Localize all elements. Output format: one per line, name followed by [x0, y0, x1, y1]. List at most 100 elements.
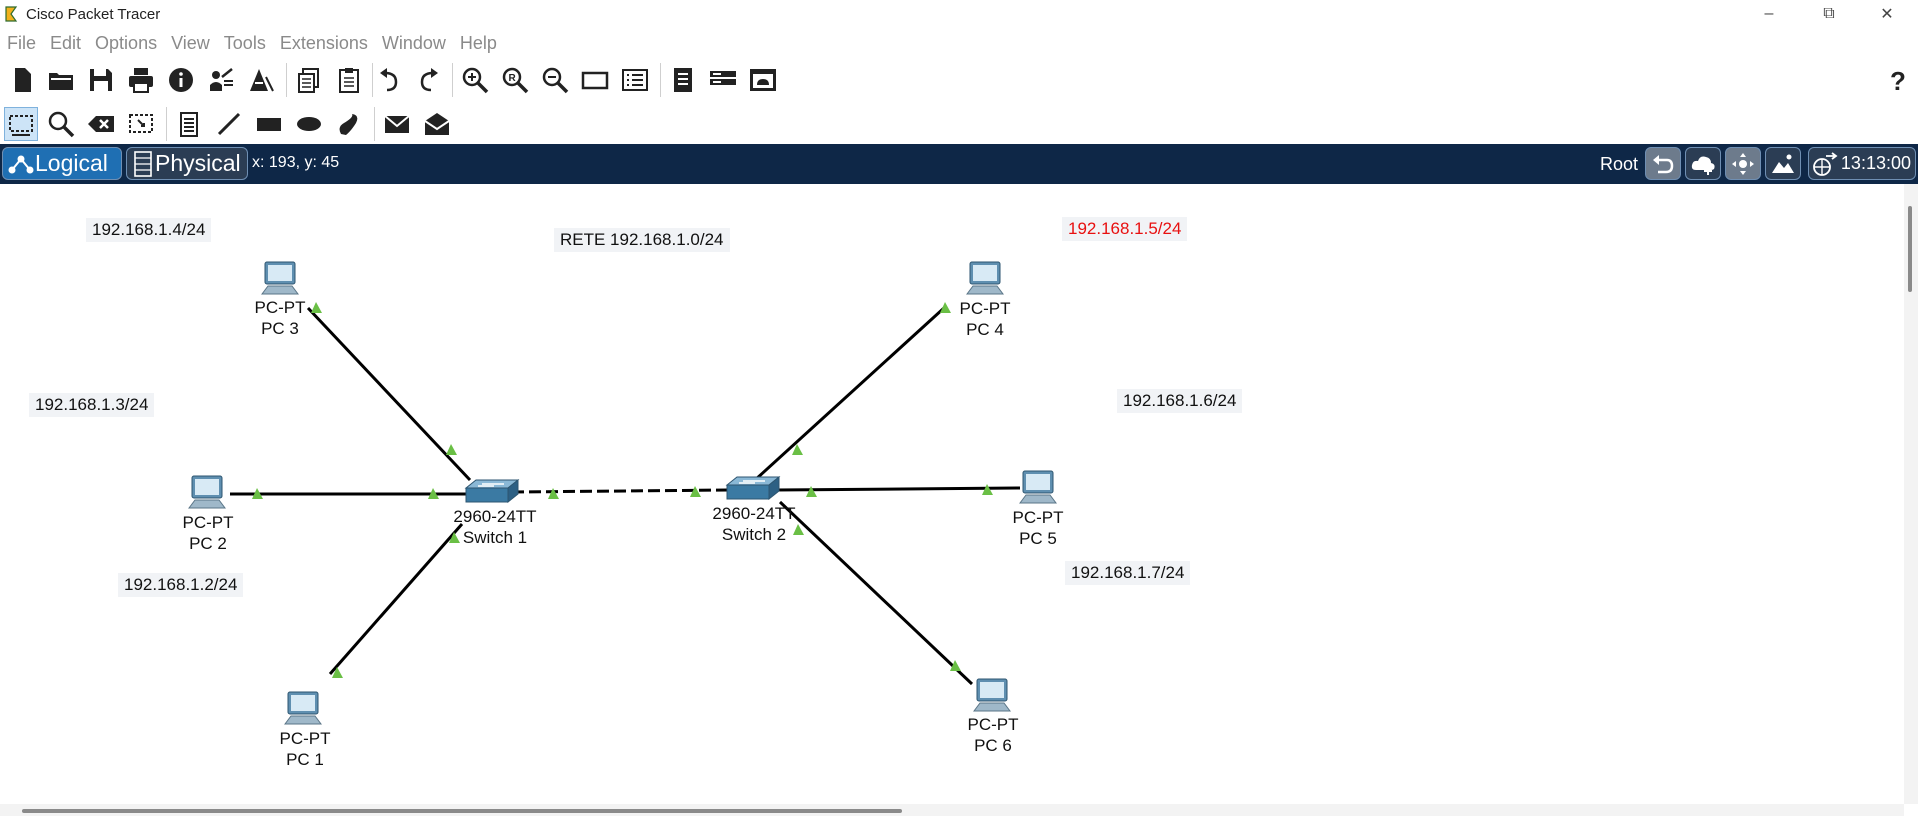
freeform-icon[interactable] [332, 107, 366, 141]
pc2-name-label: PC 2 [189, 534, 227, 553]
add-complex-pdu-icon[interactable] [420, 107, 454, 141]
info-icon[interactable] [164, 63, 198, 97]
redo-icon[interactable] [412, 63, 446, 97]
back-button[interactable] [1645, 147, 1681, 180]
pc2-device[interactable] [187, 474, 227, 515]
menu-tools[interactable]: Tools [217, 30, 273, 56]
select-icon[interactable] [4, 107, 38, 141]
open-folder-icon[interactable] [44, 63, 78, 97]
svg-text:R: R [509, 73, 517, 84]
pc5-ip-note[interactable]: 192.168.1.6/24 [1117, 389, 1243, 413]
window-title: Cisco Packet Tracer [26, 6, 161, 23]
pc-icon [973, 678, 1011, 712]
close-button[interactable]: ✕ [1864, 0, 1910, 28]
zoom-reset-icon[interactable]: R [498, 63, 532, 97]
pdu-list-icon[interactable] [666, 63, 700, 97]
switch2-name-label: Switch 2 [721, 525, 787, 544]
link-up-indicator [548, 488, 559, 499]
add-simple-pdu-icon[interactable] [380, 107, 414, 141]
custom-devices-dialog-icon[interactable] [618, 63, 652, 97]
network-controller-icon[interactable] [706, 63, 740, 97]
horizontal-scrollbar[interactable] [0, 804, 1904, 816]
pc-icon [966, 261, 1004, 295]
pc1-ip-note[interactable]: 192.168.1.2/24 [118, 573, 244, 597]
cloud-add-icon [1691, 156, 1715, 175]
paste-icon[interactable] [332, 63, 366, 97]
rectangle-icon[interactable] [252, 107, 286, 141]
copy-icon[interactable] [292, 63, 326, 97]
menu-edit[interactable]: Edit [43, 30, 88, 56]
menu-view[interactable]: View [164, 30, 217, 56]
switch-icon [464, 478, 520, 504]
logical-workspace-canvas[interactable]: RETE 192.168.1.0/24 192.168.1.4/24 192.1… [0, 184, 1904, 804]
minimize-button[interactable]: – [1746, 0, 1792, 28]
menu-options[interactable]: Options [88, 30, 164, 56]
pc-icon [1019, 470, 1057, 504]
title-bar: Cisco Packet Tracer – ⧉ ✕ [0, 0, 1918, 28]
logical-workspace-tab[interactable]: Logical [2, 147, 122, 180]
main-toolbar: R ? [0, 60, 1918, 100]
drawing-palette-icon[interactable] [578, 63, 612, 97]
pc3-ip-note[interactable]: 192.168.1.4/24 [86, 218, 212, 242]
switch-icon [725, 475, 781, 501]
viewport-clock-button[interactable]: 13:13:00 [1808, 147, 1916, 180]
svg-text:?: ? [1890, 66, 1906, 95]
pc-icon [261, 261, 299, 295]
menu-help[interactable]: Help [453, 30, 504, 56]
new-file-icon[interactable] [5, 63, 39, 97]
screenshot-icon[interactable] [746, 63, 780, 97]
pc5-model-label: PC-PT [1012, 508, 1064, 527]
pc1-device[interactable] [283, 690, 323, 731]
pc3-device[interactable] [260, 260, 300, 301]
zoom-out-icon[interactable] [538, 63, 572, 97]
zoom-in-icon[interactable] [458, 63, 492, 97]
activity-wizard-icon[interactable] [204, 63, 238, 97]
workspace-mode-bar: Logical Physical x: 193, y: 45 Root 13:1… [0, 144, 1918, 184]
resize-icon[interactable] [124, 107, 158, 141]
menu-file[interactable]: File [0, 30, 43, 56]
logical-topology-icon [8, 155, 34, 173]
switch1-name-label: Switch 1 [462, 528, 528, 547]
link-up-indicator [446, 444, 457, 455]
restore-button[interactable]: ⧉ [1806, 0, 1852, 28]
move-object-button[interactable] [1725, 147, 1761, 180]
background-image-icon [1772, 154, 1794, 173]
switch1-model-label: 2960-24TT [453, 507, 537, 526]
undo-icon[interactable] [372, 63, 406, 97]
delete-icon[interactable] [84, 107, 118, 141]
help-icon[interactable]: ? [1880, 63, 1914, 97]
pc4-model-label: PC-PT [959, 299, 1011, 318]
link-pc4-sw2[interactable] [753, 306, 946, 482]
pc4-ip-note[interactable]: 192.168.1.5/24 [1062, 217, 1188, 241]
switch1-device[interactable] [464, 478, 520, 509]
ellipse-icon[interactable] [292, 107, 326, 141]
physical-rack-icon [134, 150, 152, 177]
vertical-scroll-thumb[interactable] [1908, 206, 1912, 292]
horizontal-scroll-thumb[interactable] [22, 809, 902, 813]
link-up-indicator [806, 486, 817, 497]
new-cluster-button[interactable] [1685, 147, 1721, 180]
pc6-device[interactable] [972, 677, 1012, 718]
pc5-device[interactable] [1018, 469, 1058, 510]
pc4-name-label: PC 4 [966, 320, 1004, 339]
pc2-ip-note[interactable]: 192.168.1.3/24 [29, 393, 155, 417]
set-tiled-background-button[interactable] [1765, 147, 1801, 180]
pc6-ip-note[interactable]: 192.168.1.7/24 [1065, 561, 1191, 585]
inspect-icon[interactable] [44, 107, 78, 141]
cursor-coordinates: x: 193, y: 45 [252, 154, 340, 171]
save-icon[interactable] [84, 63, 118, 97]
switch2-device[interactable] [725, 475, 781, 506]
pc3-name-label: PC 3 [261, 319, 299, 338]
network-note[interactable]: RETE 192.168.1.0/24 [554, 228, 730, 252]
menu-window[interactable]: Window [375, 30, 453, 56]
vertical-scrollbar[interactable] [1904, 184, 1918, 804]
menu-extensions[interactable]: Extensions [273, 30, 375, 56]
pc4-device[interactable] [965, 260, 1005, 301]
viewport-globe-icon [1813, 152, 1838, 176]
physical-workspace-tab[interactable]: Physical [126, 147, 248, 180]
custom-device-icon[interactable] [244, 63, 278, 97]
print-icon[interactable] [124, 63, 158, 97]
logical-tab-label: Logical [35, 150, 108, 176]
note-icon[interactable] [172, 107, 206, 141]
line-icon[interactable] [212, 107, 246, 141]
